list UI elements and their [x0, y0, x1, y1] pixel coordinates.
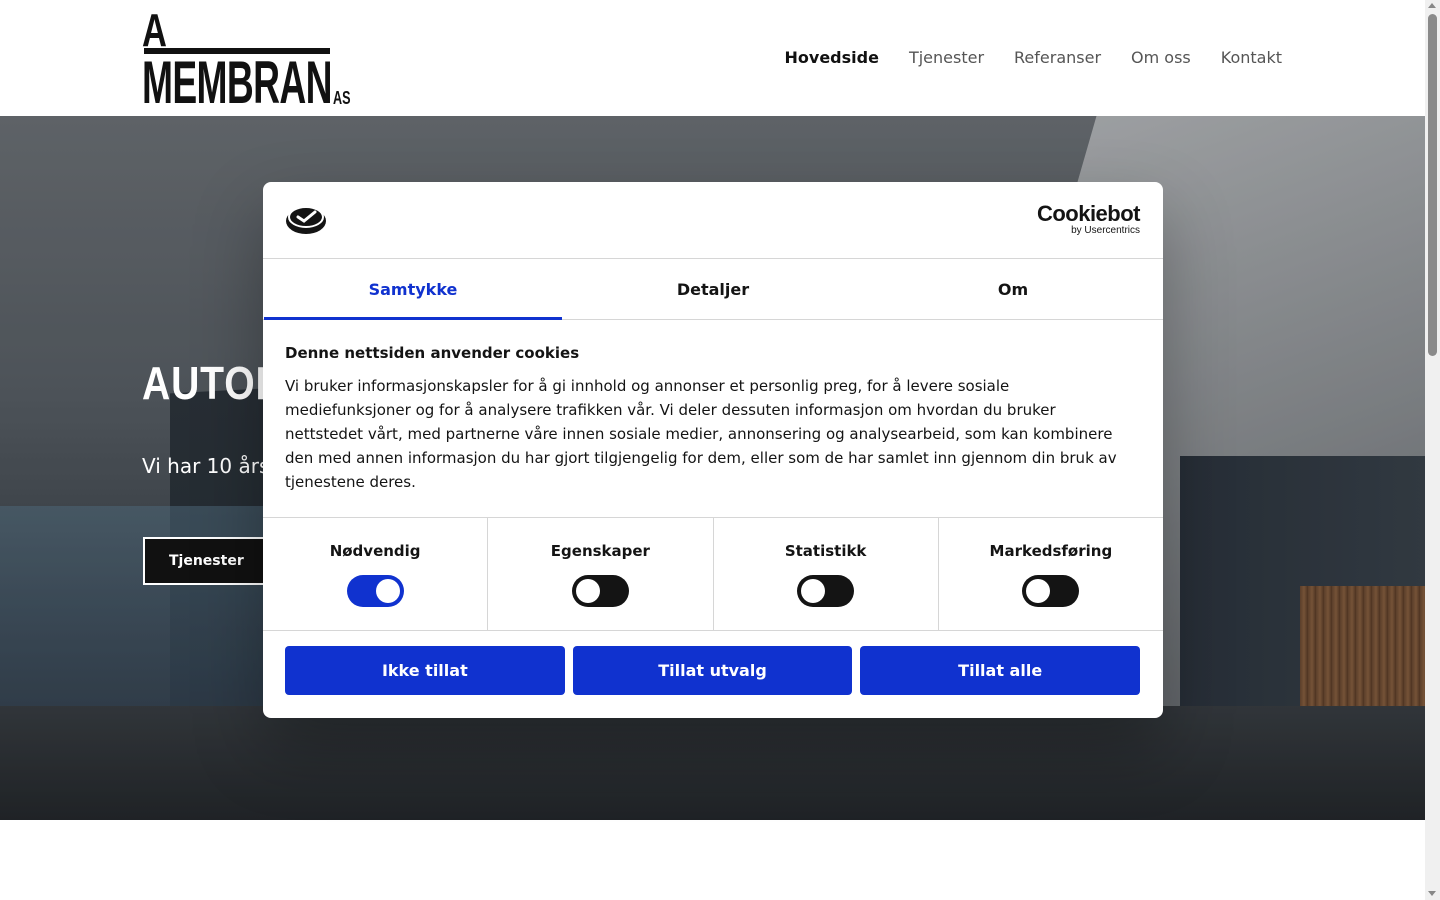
- consent-toggles: Nødvendig Egenskaper Statistikk Markedsf…: [263, 517, 1163, 631]
- cookie-consent-dialog: Cookiebot by Usercentrics Samtykke Detal…: [263, 182, 1163, 718]
- toggle-group-markedsforing: Markedsføring: [939, 518, 1163, 630]
- toggle-group-statistikk: Statistikk: [714, 518, 939, 630]
- dialog-header: Cookiebot by Usercentrics: [263, 182, 1163, 259]
- scrollbar-thumb[interactable]: [1428, 14, 1437, 356]
- toggle-label-markedsforing: Markedsføring: [989, 542, 1113, 560]
- logo-suffix: AS: [333, 88, 351, 108]
- nav-item-tjenester[interactable]: Tjenester: [909, 46, 984, 70]
- toggle-markedsforing[interactable]: [1022, 575, 1080, 607]
- scroll-up-arrow-icon[interactable]: [1428, 3, 1436, 8]
- site-header: A MEMBRAN AS Hovedside Tjenester Referan…: [0, 0, 1425, 116]
- deny-button[interactable]: Ikke tillat: [285, 646, 565, 695]
- cookiebot-by: by Usercentrics: [1071, 225, 1140, 236]
- allow-all-button[interactable]: Tillat alle: [860, 646, 1141, 695]
- toggle-knob: [375, 579, 400, 603]
- dialog-tabs: Samtykke Detaljer Om: [263, 259, 1163, 320]
- cookie-icon: [286, 206, 326, 234]
- toggle-knob: [1026, 579, 1051, 603]
- nav-item-referanser[interactable]: Referanser: [1014, 46, 1101, 70]
- toggle-knob: [575, 579, 600, 603]
- dialog-body-text: Vi bruker informasjonskapsler for å gi i…: [285, 377, 1117, 491]
- cookiebot-brand[interactable]: Cookiebot by Usercentrics: [1036, 201, 1141, 236]
- dialog-title: Denne nettsiden anvender cookies: [285, 344, 580, 362]
- toggle-label-nodvendig: Nødvendig: [329, 542, 421, 560]
- toggle-knob: [801, 579, 826, 603]
- tab-om[interactable]: Om: [863, 259, 1163, 319]
- tab-samtykke[interactable]: Samtykke: [263, 259, 563, 320]
- toggle-label-statistikk: Statistikk: [784, 542, 867, 560]
- toggle-label-egenskaper: Egenskaper: [550, 542, 650, 560]
- nav-item-hovedside[interactable]: Hovedside: [785, 46, 879, 70]
- scroll-down-arrow-icon[interactable]: [1428, 891, 1436, 896]
- nav-item-kontakt[interactable]: Kontakt: [1221, 46, 1282, 70]
- company-logo[interactable]: A MEMBRAN AS: [142, 4, 352, 116]
- hero-subtitle: Vi har 10 års: [142, 454, 270, 478]
- allow-selection-button[interactable]: Tillat utvalg: [572, 646, 853, 695]
- main-nav: Hovedside Tjenester Referanser Om oss Ko…: [785, 46, 1283, 70]
- toggle-nodvendig[interactable]: [346, 575, 404, 607]
- toggle-group-nodvendig: Nødvendig: [263, 518, 489, 630]
- nav-item-om-oss[interactable]: Om oss: [1131, 46, 1191, 70]
- toggle-egenskaper[interactable]: [571, 575, 629, 607]
- hero-services-button[interactable]: Tjenester: [143, 537, 273, 585]
- logo-letter: A: [142, 4, 167, 56]
- logo-wordmark: MEMBRAN: [142, 49, 333, 116]
- toggle-statistikk[interactable]: [797, 575, 855, 607]
- toggle-group-egenskaper: Egenskaper: [488, 518, 714, 630]
- dialog-buttons: Ikke tillat Tillat utvalg Tillat alle: [285, 646, 1141, 695]
- page-scrollbar[interactable]: [1425, 0, 1440, 900]
- tab-detaljer[interactable]: Detaljer: [563, 259, 863, 319]
- cookiebot-name: Cookiebot: [1036, 201, 1141, 226]
